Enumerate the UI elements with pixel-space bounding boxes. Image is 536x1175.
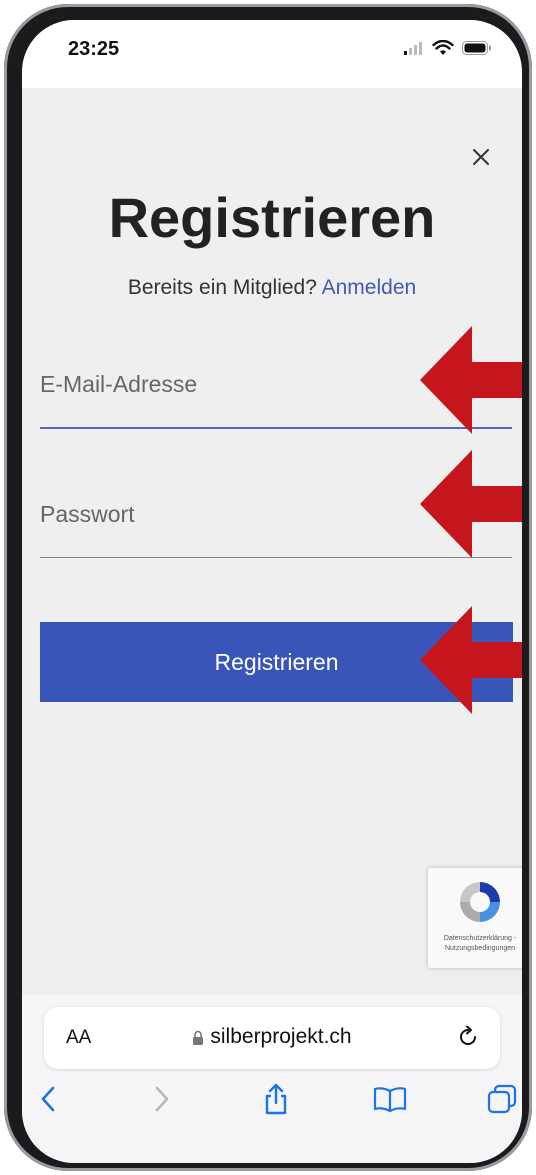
- status-time: 23:25: [68, 38, 120, 60]
- recaptcha-privacy[interactable]: Datenschutzerklärung -: [428, 934, 522, 944]
- phone-screen: 23:25 Registrieren Bereits ein Mitglied?…: [22, 20, 522, 1163]
- close-icon: [473, 149, 489, 165]
- back-button[interactable]: [28, 1079, 68, 1119]
- phone-frame: 23:25 Registrieren Bereits ein Mitglied?…: [4, 4, 532, 1171]
- page-title: Registrieren: [108, 186, 436, 249]
- address-bar[interactable]: AA silberprojekt.ch: [44, 1007, 500, 1069]
- login-link[interactable]: Anmelden: [322, 276, 417, 299]
- recaptcha-terms[interactable]: Nutzungsbedingungen: [428, 944, 522, 954]
- recaptcha-badge[interactable]: Datenschutzerklärung - Nutzungsbedingung…: [428, 868, 522, 968]
- url-text: silberprojekt.ch: [210, 1025, 352, 1048]
- signal-icon: [404, 42, 422, 55]
- battery-icon: [462, 41, 491, 55]
- bookmarks-button[interactable]: [370, 1079, 410, 1119]
- recaptcha-logo-icon: [460, 882, 500, 922]
- red-arrow-icon: [420, 326, 522, 434]
- member-prompt-text: Bereits ein Mitglied?: [127, 276, 317, 299]
- lock-icon: [193, 1030, 204, 1045]
- wifi-icon: [432, 40, 454, 55]
- reload-icon[interactable]: [456, 1025, 480, 1049]
- tabs-icon: [487, 1084, 517, 1114]
- email-placeholder: E-Mail-Adresse: [40, 371, 198, 397]
- back-icon: [41, 1086, 55, 1112]
- forward-button[interactable]: [142, 1079, 182, 1119]
- forward-icon: [155, 1086, 169, 1112]
- share-button[interactable]: [256, 1079, 296, 1119]
- password-placeholder: Passwort: [40, 501, 135, 527]
- tabs-button[interactable]: [482, 1079, 522, 1119]
- recaptcha-links: Datenschutzerklärung - Nutzungsbedingung…: [428, 934, 522, 954]
- member-prompt-line: Bereits ein Mitglied? Anmelden: [22, 276, 522, 300]
- bookmarks-icon: [373, 1087, 407, 1112]
- red-arrow-icon: [420, 606, 522, 714]
- status-bar: 23:25: [22, 20, 522, 88]
- url-display[interactable]: silberprojekt.ch: [44, 1025, 500, 1049]
- share-icon: [265, 1083, 287, 1115]
- status-icons: [404, 40, 492, 56]
- browser-bar: AA silberprojekt.ch: [22, 995, 522, 1163]
- red-arrow-icon: [420, 450, 522, 558]
- browser-toolbar: [22, 1079, 522, 1129]
- close-button[interactable]: [466, 142, 496, 172]
